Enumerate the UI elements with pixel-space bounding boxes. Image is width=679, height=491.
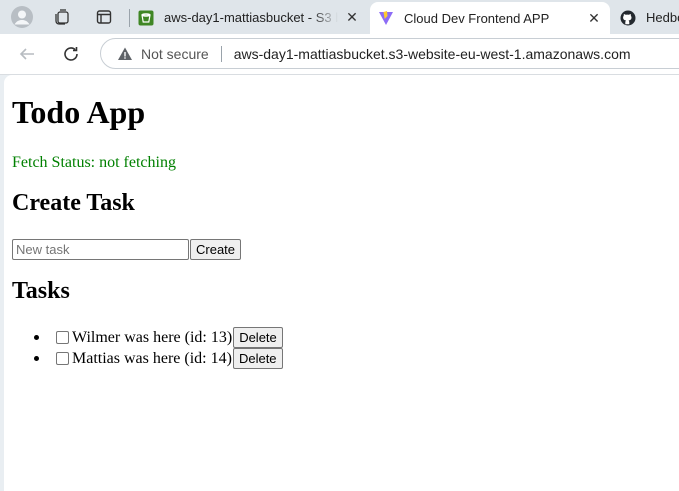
list-item: Wilmer was here (id: 13) Delete xyxy=(12,327,283,348)
browser-toolbar: Not secure aws-day1-mattiasbucket.s3-web… xyxy=(0,34,679,75)
reload-button[interactable] xyxy=(56,39,86,69)
vite-icon xyxy=(378,10,394,26)
security-status[interactable]: Not secure xyxy=(141,46,209,62)
task-checkbox[interactable] xyxy=(56,331,69,344)
tab-title: Cloud Dev Frontend APP xyxy=(404,10,550,26)
task-checkbox[interactable] xyxy=(56,352,69,365)
bullet xyxy=(34,356,39,361)
tab-title: Hedbo xyxy=(646,10,679,25)
delete-button[interactable]: Delete xyxy=(232,348,283,369)
page-viewport: Todo App Fetch Status: not fetching Crea… xyxy=(4,75,679,491)
address-bar[interactable]: Not secure aws-day1-mattiasbucket.s3-web… xyxy=(100,38,679,69)
tab-github[interactable]: Hedbo xyxy=(612,2,679,33)
tab-cloud-dev-frontend[interactable]: Cloud Dev Frontend APP ✕ xyxy=(370,2,610,34)
task-list: Wilmer was here (id: 13) Delete Mattias … xyxy=(12,327,283,369)
task-text: Wilmer was here (id: 13) xyxy=(72,328,233,346)
close-tab-icon[interactable]: ✕ xyxy=(586,10,602,26)
s3-bucket-icon xyxy=(138,10,154,26)
workspaces-button[interactable] xyxy=(46,3,78,31)
address-divider xyxy=(220,45,222,62)
delete-button[interactable]: Delete xyxy=(233,327,283,348)
tasks-heading: Tasks xyxy=(12,278,70,304)
create-task-heading: Create Task xyxy=(12,190,135,216)
close-tab-icon[interactable]: ✕ xyxy=(344,9,360,26)
tab-title: aws-day1-mattiasbucket - S3 bucket xyxy=(164,10,338,25)
task-text: Mattias was here (id: 14) xyxy=(72,349,232,367)
profile-icon xyxy=(11,6,33,28)
warning-icon[interactable] xyxy=(117,46,133,62)
bullet xyxy=(34,335,39,340)
new-task-input[interactable] xyxy=(12,239,189,260)
profile-button[interactable] xyxy=(6,3,38,31)
reload-icon xyxy=(64,47,78,61)
workspaces-icon xyxy=(55,9,69,25)
create-task-form: Create xyxy=(12,239,242,260)
back-button[interactable] xyxy=(12,39,42,69)
page-title: Todo App xyxy=(12,94,146,130)
tab-strip: aws-day1-mattiasbucket - S3 bucket ✕ Clo… xyxy=(0,0,679,34)
tab-actions-button[interactable] xyxy=(88,3,120,31)
url-text[interactable]: aws-day1-mattiasbucket.s3-website-eu-wes… xyxy=(234,46,631,62)
tab-s3-bucket[interactable]: aws-day1-mattiasbucket - S3 bucket ✕ xyxy=(130,2,368,33)
github-icon xyxy=(620,10,636,26)
tab-actions-icon xyxy=(96,10,112,24)
fetch-status: Fetch Status: not fetching xyxy=(12,154,176,171)
list-item: Mattias was here (id: 14) Delete xyxy=(12,348,283,369)
create-button[interactable]: Create xyxy=(190,239,242,260)
back-arrow-icon xyxy=(19,48,34,60)
